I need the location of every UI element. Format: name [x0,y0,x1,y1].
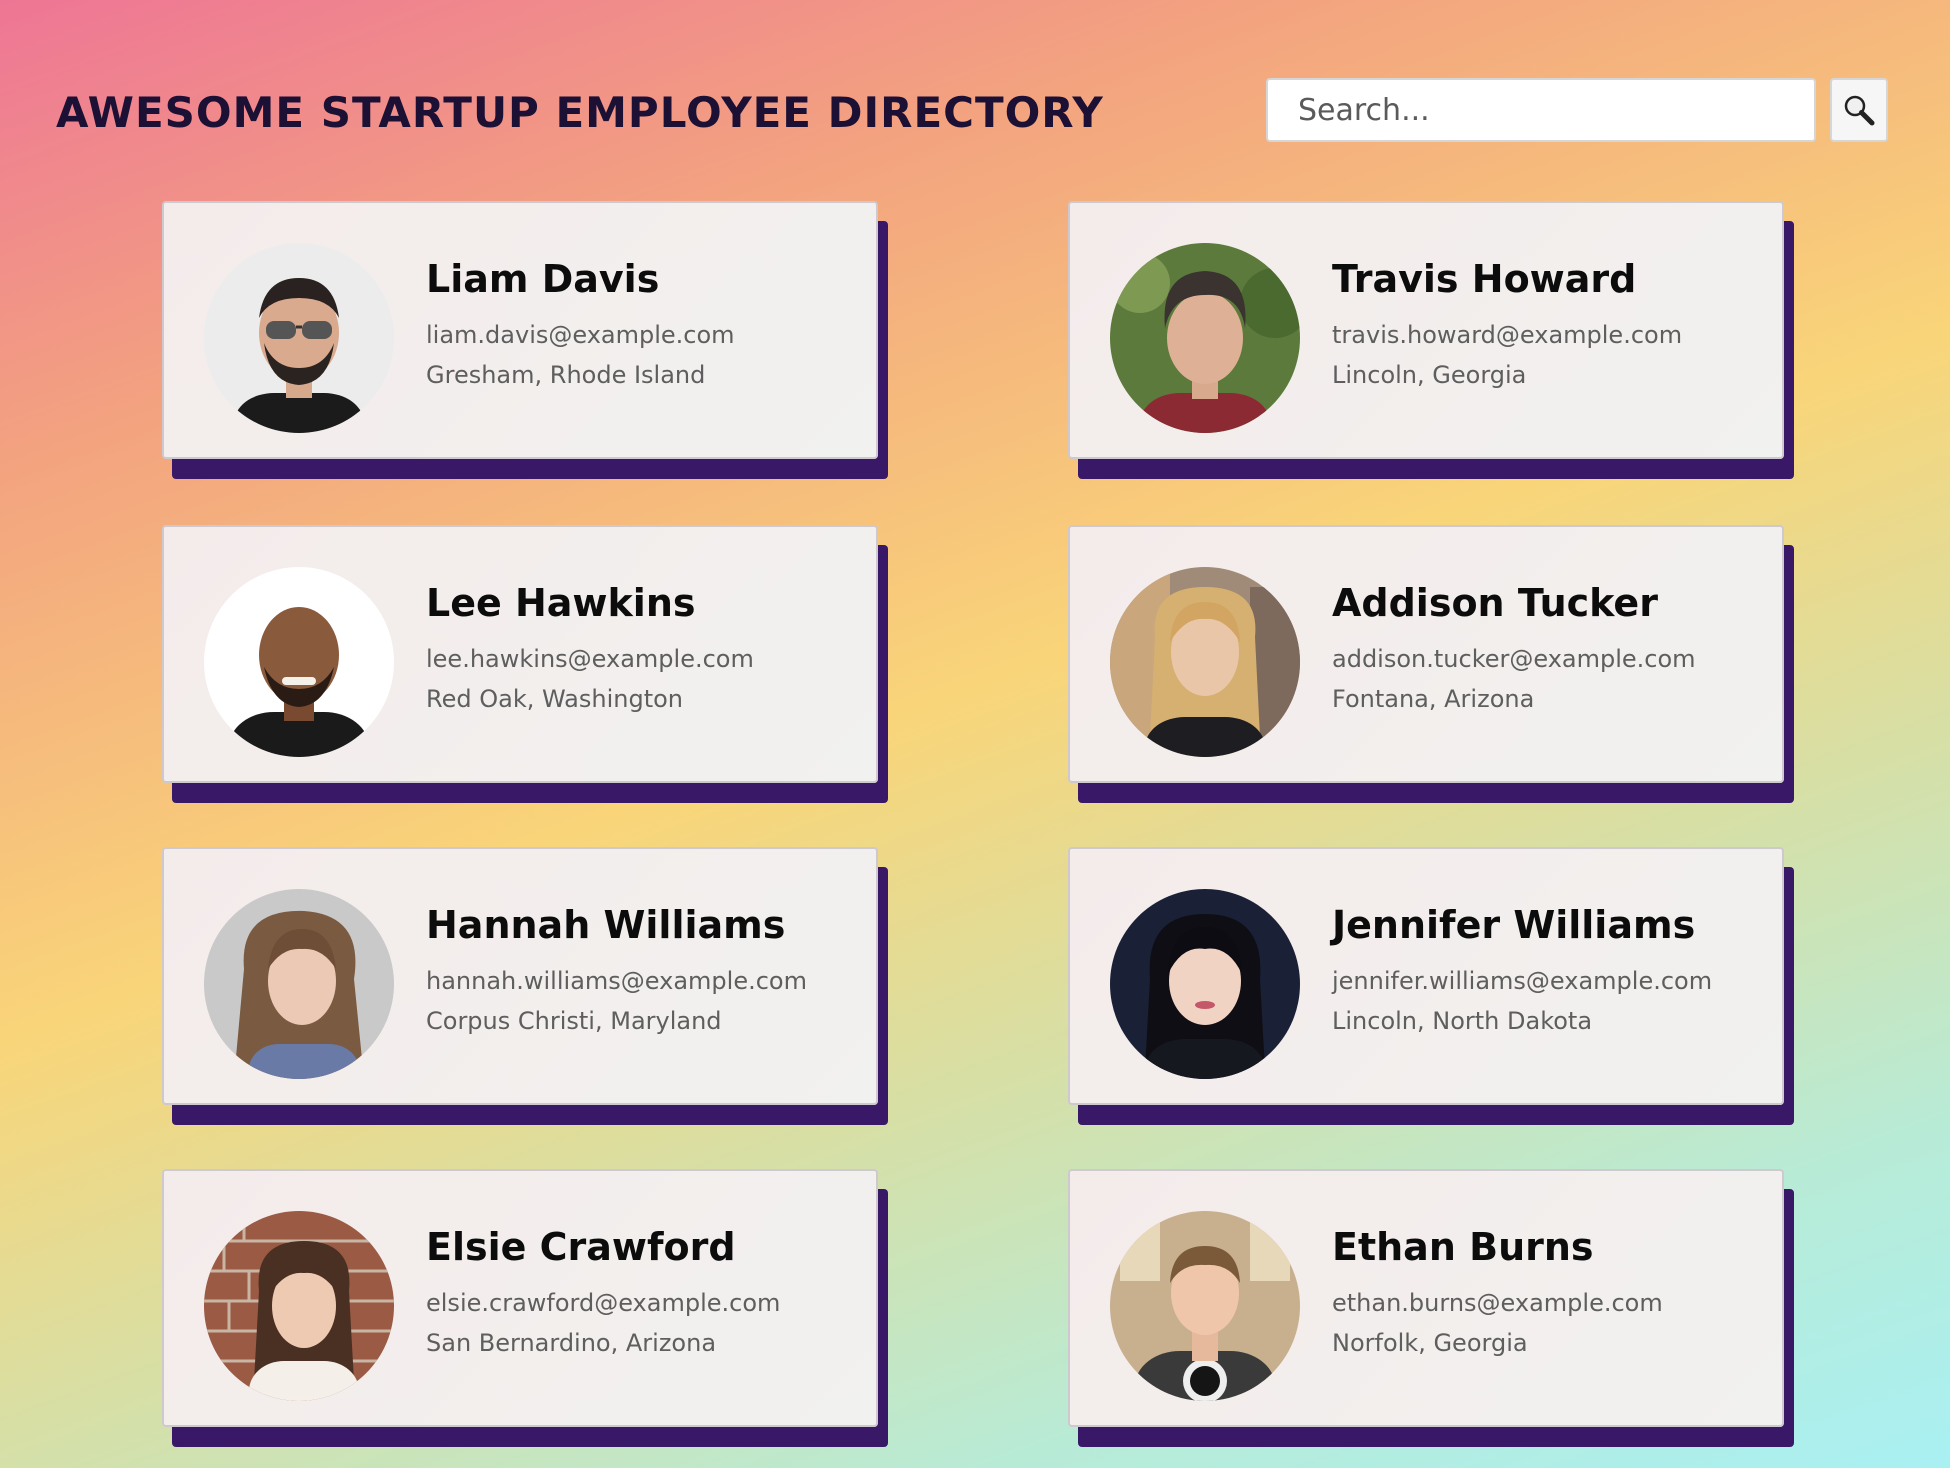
employee-email: ethan.burns@example.com [1332,1288,1663,1317]
employee-card[interactable]: Travis Howard travis.howard@example.com … [1068,201,1784,459]
employee-photo [204,243,394,433]
employee-location: Corpus Christi, Maryland [426,1006,722,1035]
employee-location: Red Oak, Washington [426,684,684,713]
employee-name: Lee Hawkins [426,581,696,625]
page-title: AWESOME STARTUP EMPLOYEE DIRECTORY [56,88,1104,137]
employee-card[interactable]: Lee Hawkins lee.hawkins@example.com Red … [162,525,878,783]
employee-location: Lincoln, North Dakota [1332,1006,1593,1035]
employee-email: travis.howard@example.com [1332,320,1683,349]
employee-location: San Bernardino, Arizona [426,1328,717,1357]
employee-email: lee.hawkins@example.com [426,644,754,673]
employee-card[interactable]: Hannah Williams hannah.williams@example.… [162,847,878,1105]
employee-location: Norfolk, Georgia [1332,1328,1528,1357]
employee-name: Elsie Crawford [426,1225,736,1269]
employee-name: Jennifer Williams [1332,903,1696,947]
employee-photo [204,889,394,1079]
employee-photo [1110,1211,1300,1401]
employee-photo [1110,889,1300,1079]
employee-card[interactable]: Elsie Crawford elsie.crawford@example.co… [162,1169,878,1427]
employee-photo [1110,243,1300,433]
employee-name: Ethan Burns [1332,1225,1594,1269]
employee-email: elsie.crawford@example.com [426,1288,781,1317]
employee-location: Fontana, Arizona [1332,684,1535,713]
page-header: AWESOME STARTUP EMPLOYEE DIRECTORY [56,78,1896,148]
employee-name: Liam Davis [426,257,660,301]
search-icon [1844,95,1875,126]
employee-email: hannah.williams@example.com [426,966,807,995]
employee-photo [204,1211,394,1401]
employee-card[interactable]: Jennifer Williams jennifer.williams@exam… [1068,847,1784,1105]
employee-name: Hannah Williams [426,903,786,947]
search-button[interactable] [1830,78,1888,142]
employee-location: Gresham, Rhode Island [426,360,706,389]
employee-email: jennifer.williams@example.com [1332,966,1713,995]
employee-name: Addison Tucker [1332,581,1658,625]
employee-card[interactable]: Addison Tucker addison.tucker@example.co… [1068,525,1784,783]
employee-location: Lincoln, Georgia [1332,360,1527,389]
search-input[interactable] [1266,78,1816,142]
employee-photo [1110,567,1300,757]
employee-card[interactable]: Ethan Burns ethan.burns@example.com Norf… [1068,1169,1784,1427]
employee-card[interactable]: Liam Davis liam.davis@example.com Gresha… [162,201,878,459]
employee-name: Travis Howard [1332,257,1637,301]
employee-photo [204,567,394,757]
employee-email: liam.davis@example.com [426,320,735,349]
employee-email: addison.tucker@example.com [1332,644,1696,673]
